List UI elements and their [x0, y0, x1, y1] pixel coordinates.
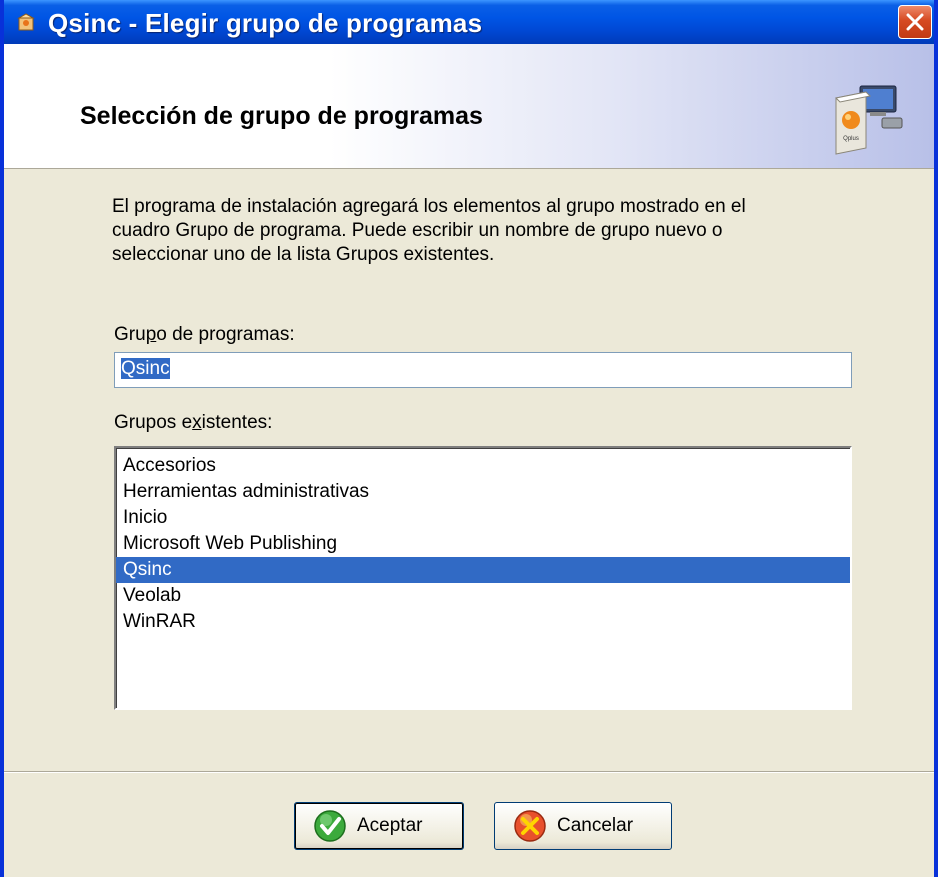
description-line-2: cuadro Grupo de programa. Puede escribir… — [112, 220, 723, 241]
dialog-window: Qsinc - Elegir grupo de programas Selecc… — [0, 0, 938, 877]
package-label: Qplus — [843, 136, 859, 142]
page-title: Selección de grupo de programas — [80, 102, 483, 130]
accept-button-label: Aceptar — [357, 815, 423, 836]
program-group-label: Grupo de programas: — [114, 324, 295, 345]
list-item[interactable]: Veolab — [116, 583, 850, 609]
program-group-value: Qsinc — [121, 358, 170, 379]
list-item[interactable]: Qsinc — [116, 557, 850, 583]
list-item[interactable]: WinRAR — [116, 609, 850, 635]
window-title: Qsinc - Elegir grupo de programas — [48, 8, 483, 38]
list-item[interactable]: Microsoft Web Publishing — [116, 531, 850, 557]
program-group-input[interactable]: Qsinc — [114, 352, 852, 388]
cancel-button-label: Cancelar — [557, 815, 634, 836]
list-item[interactable]: Herramientas administrativas — [116, 479, 850, 505]
title-bar[interactable]: Qsinc - Elegir grupo de programas — [4, 0, 934, 44]
accept-button[interactable]: Aceptar — [294, 802, 464, 850]
description-text: El programa de instalación agregará los … — [112, 195, 832, 267]
wizard-header: Selección de grupo de programas Qplus — [4, 44, 934, 169]
existing-groups-label: Grupos existentes: — [114, 412, 273, 433]
installer-package-icon: Qplus — [834, 85, 903, 155]
description-line-3: seleccionar uno de la lista Grupos exist… — [112, 244, 495, 265]
check-icon — [314, 810, 346, 842]
footer-divider — [4, 771, 934, 773]
app-box-icon — [17, 13, 35, 31]
access-key: x — [192, 412, 202, 433]
access-key: p — [145, 324, 157, 345]
list-item[interactable]: Inicio — [116, 505, 850, 531]
list-item[interactable]: Accesorios — [116, 453, 850, 479]
cancel-button[interactable]: Cancelar — [494, 802, 672, 850]
cancel-icon — [514, 810, 546, 842]
description-line-1: El programa de instalación agregará los … — [112, 196, 746, 217]
existing-groups-list[interactable]: Accesorios Herramientas administrativas … — [114, 446, 852, 710]
close-button[interactable] — [898, 5, 932, 39]
close-icon — [906, 13, 924, 31]
